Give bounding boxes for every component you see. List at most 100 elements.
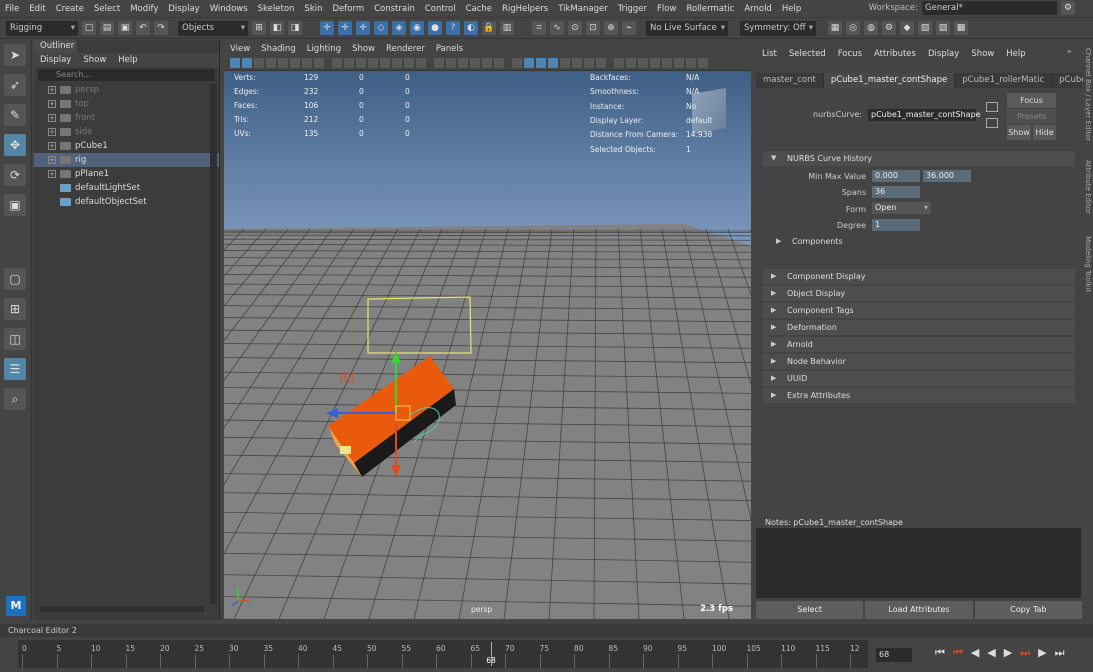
ae-tab[interactable]: pCube1_rollerMatic: [955, 73, 1053, 88]
outliner-layout-icon[interactable]: ☰: [4, 358, 26, 380]
expand-icon[interactable]: +: [48, 156, 56, 164]
viewport-menu-renderer[interactable]: Renderer: [386, 44, 425, 54]
snap-point-icon[interactable]: ⊙: [568, 21, 582, 35]
outliner-item-pCube1[interactable]: + pCube1: [34, 139, 219, 153]
expand-icon[interactable]: +: [48, 170, 56, 178]
viewport-menu-view[interactable]: View: [230, 44, 250, 54]
redo-icon[interactable]: ↷: [154, 21, 168, 35]
viewport-menu-show[interactable]: Show: [352, 44, 375, 54]
max-value-field[interactable]: 36.000: [923, 170, 971, 182]
menu-rollermatic[interactable]: Rollermatic: [681, 4, 739, 14]
play-back-icon[interactable]: ◀: [987, 646, 995, 660]
degree-field[interactable]: 1: [872, 219, 920, 231]
object-mode-icon[interactable]: ◧: [270, 21, 284, 35]
ae-menu-attributes[interactable]: Attributes: [874, 49, 916, 59]
new-scene-icon[interactable]: ▢: [82, 21, 96, 35]
viewport-tool-icon[interactable]: [698, 58, 708, 68]
notes-field[interactable]: [756, 528, 1081, 598]
viewport-tool-icon[interactable]: [278, 58, 288, 68]
viewport-tool-icon[interactable]: [674, 58, 684, 68]
expand-icon[interactable]: +: [48, 100, 56, 108]
component-mode-icon[interactable]: ◨: [288, 21, 302, 35]
viewport-tool-icon[interactable]: [482, 58, 492, 68]
viewport-tool-icon[interactable]: [560, 58, 570, 68]
select-by-misc-icon[interactable]: ?: [446, 21, 460, 35]
render-view-icon[interactable]: ◎: [846, 21, 860, 35]
hypershade-icon[interactable]: ◆: [900, 21, 914, 35]
viewport-tool-icon[interactable]: [512, 58, 522, 68]
toggle-channel-box-icon[interactable]: ▩: [954, 21, 968, 35]
paint-select-tool-icon[interactable]: ✎: [4, 104, 26, 126]
menu-modify[interactable]: Modify: [125, 4, 163, 14]
snap-view-icon[interactable]: ⊡: [586, 21, 600, 35]
viewport-menu-lighting[interactable]: Lighting: [307, 44, 341, 54]
expand-icon[interactable]: +: [48, 128, 56, 136]
viewport-tool-icon[interactable]: [458, 58, 468, 68]
menu-trigger[interactable]: Trigger: [613, 4, 652, 14]
menu-create[interactable]: Create: [51, 4, 89, 14]
outliner-menu-help[interactable]: Help: [118, 55, 137, 65]
presets-button[interactable]: Presets: [1007, 109, 1056, 124]
form-dropdown[interactable]: Open: [872, 202, 931, 214]
viewport-tool-icon[interactable]: [242, 58, 252, 68]
menu-windows[interactable]: Windows: [205, 4, 253, 14]
side-tab[interactable]: Channel Box / Layer Editor: [1084, 48, 1092, 141]
viewport-tool-icon[interactable]: [596, 58, 606, 68]
snap-curve-icon[interactable]: ∿: [550, 21, 564, 35]
current-frame-field[interactable]: 68: [876, 648, 912, 662]
outliner-item-defaultLightSet[interactable]: defaultLightSet: [34, 181, 219, 195]
ae-menu-help[interactable]: Help: [1006, 49, 1025, 59]
viewport-tool-icon[interactable]: [434, 58, 444, 68]
viewport-tool-icon[interactable]: [614, 58, 624, 68]
viewport-tool-icon[interactable]: [548, 58, 558, 68]
viewport-tool-icon[interactable]: [662, 58, 672, 68]
viewport-tool-icon[interactable]: [368, 58, 378, 68]
menu-display[interactable]: Display: [163, 4, 204, 14]
section-component-display[interactable]: Component Display: [763, 269, 1075, 284]
select-by-deform-icon[interactable]: ◈: [392, 21, 406, 35]
outliner-h-scrollbar[interactable]: [40, 606, 204, 612]
four-pane-layout-icon[interactable]: ⊞: [4, 298, 26, 320]
viewport-menu-shading[interactable]: Shading: [261, 44, 296, 54]
workspace-dropdown[interactable]: General*: [922, 1, 1057, 15]
viewport-menu-panels[interactable]: Panels: [436, 44, 463, 54]
viewport-tool-icon[interactable]: [536, 58, 546, 68]
section-extra-attributes[interactable]: Extra Attributes: [763, 388, 1075, 403]
viewport-tool-icon[interactable]: [446, 58, 456, 68]
select-by-joint-icon[interactable]: ✛: [338, 21, 352, 35]
spans-field[interactable]: 36: [872, 186, 920, 198]
hide-button[interactable]: Hide: [1033, 125, 1056, 140]
hierarchy-mode-icon[interactable]: ⊞: [252, 21, 266, 35]
viewport-tool-icon[interactable]: [650, 58, 660, 68]
show-button[interactable]: Show: [1007, 125, 1031, 140]
select-by-dynamic-icon[interactable]: ◉: [410, 21, 424, 35]
highlight-selection-icon[interactable]: ▥: [500, 21, 514, 35]
outliner-scrollbar[interactable]: [210, 84, 217, 604]
ae-menu-show[interactable]: Show: [971, 49, 994, 59]
ae-menu-selected[interactable]: Selected: [789, 49, 826, 59]
open-scene-icon[interactable]: ▤: [100, 21, 114, 35]
section-arnold[interactable]: Arnold: [763, 337, 1075, 352]
viewport-tool-icon[interactable]: [470, 58, 480, 68]
ae-menu-list[interactable]: List: [762, 49, 777, 59]
section-node-behavior[interactable]: Node Behavior: [763, 354, 1075, 369]
viewport-tool-icon[interactable]: [314, 58, 324, 68]
undo-icon[interactable]: ↶: [136, 21, 150, 35]
menu-select[interactable]: Select: [89, 4, 125, 14]
outliner-item-pPlane1[interactable]: + pPlane1: [34, 167, 219, 181]
outliner-item-side[interactable]: + side: [34, 125, 219, 139]
live-surface-dropdown[interactable]: No Live Surface: [646, 20, 728, 36]
go-to-input-icon[interactable]: [986, 102, 998, 112]
viewport-tool-icon[interactable]: [494, 58, 504, 68]
outliner-item-rig[interactable]: + rig: [34, 153, 219, 167]
viewport-tool-icon[interactable]: [302, 58, 312, 68]
outliner-menu-show[interactable]: Show: [83, 55, 106, 65]
selection-mode-dropdown[interactable]: Objects: [178, 20, 248, 36]
ae-copy-tab-button[interactable]: Copy Tab: [974, 601, 1082, 619]
viewport-tool-icon[interactable]: [356, 58, 366, 68]
snap-surface-icon[interactable]: ⊕: [604, 21, 618, 35]
toggle-modeling-toolkit-icon[interactable]: ▧: [918, 21, 932, 35]
section-deformation[interactable]: Deformation: [763, 320, 1075, 335]
menu-file[interactable]: File: [0, 4, 24, 14]
ae-load-attributes-button[interactable]: Load Attributes: [865, 601, 973, 619]
